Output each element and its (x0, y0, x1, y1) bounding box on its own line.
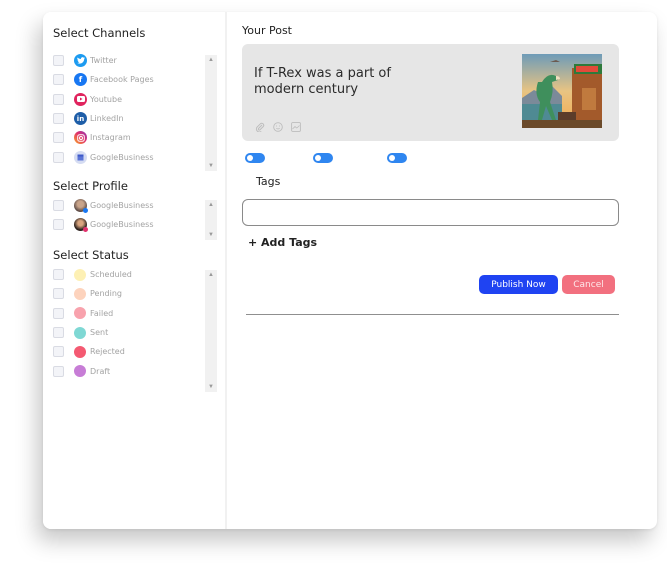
checkbox[interactable] (53, 151, 64, 163)
channel-item-instagram[interactable]: Instagram (53, 128, 154, 147)
status-list: Scheduled Pending Failed Sent Rejected D… (53, 265, 132, 381)
post-preview[interactable]: If T-Rex was a part of modern century (242, 44, 619, 141)
youtube-icon (74, 92, 87, 106)
status-label: Sent (90, 328, 109, 338)
checkbox[interactable] (53, 219, 64, 231)
channel-item-googlebusiness[interactable]: GoogleBusiness (53, 147, 154, 166)
status-color-dot (74, 307, 86, 320)
channel-item-twitter[interactable]: Twitter (53, 51, 154, 70)
linkedin-icon: in (74, 112, 87, 126)
status-item-pending[interactable]: Pending (53, 284, 132, 303)
scroll-up-arrow-icon[interactable]: ▲ (205, 270, 217, 280)
checkbox[interactable] (53, 346, 64, 358)
scroll-down-arrow-icon[interactable]: ▼ (205, 161, 217, 171)
status-item-failed[interactable]: Failed (53, 304, 132, 323)
scroll-up-arrow-icon[interactable]: ▲ (205, 200, 217, 210)
channel-label: LinkedIn (90, 114, 124, 124)
cancel-button[interactable]: Cancel (562, 275, 615, 294)
channel-item-facebook[interactable]: f Facebook Pages (53, 70, 154, 89)
profile-item[interactable]: GoogleBusiness (53, 196, 154, 215)
divider (246, 314, 619, 315)
status-label: Rejected (90, 347, 125, 357)
channel-label: Twitter (90, 56, 117, 66)
checkbox[interactable] (53, 93, 64, 105)
toggle-switch-1[interactable] (245, 153, 265, 163)
emoji-icon[interactable] (272, 121, 283, 132)
post-image[interactable] (522, 54, 602, 128)
channel-item-linkedin[interactable]: in LinkedIn (53, 109, 154, 128)
profile-list: GoogleBusiness GoogleBusiness (53, 196, 154, 235)
checkbox[interactable] (53, 74, 64, 86)
status-item-scheduled[interactable]: Scheduled (53, 265, 132, 284)
checkbox[interactable] (53, 307, 64, 319)
status-label: Scheduled (90, 270, 132, 280)
checkbox[interactable] (53, 113, 64, 125)
trex-illustration (522, 54, 602, 128)
tags-input[interactable] (242, 199, 619, 226)
channel-label: Youtube (90, 94, 122, 104)
checkbox[interactable] (53, 55, 64, 67)
profile-scrollbar[interactable]: ▲ ▼ (205, 200, 217, 240)
checkbox[interactable] (53, 200, 64, 212)
google-business-icon (74, 150, 87, 164)
checkbox[interactable] (53, 288, 64, 300)
checkbox[interactable] (53, 269, 64, 281)
status-color-dot (74, 365, 86, 378)
status-color-dot (74, 345, 86, 358)
post-toolbar (254, 121, 301, 132)
publish-now-button[interactable]: Publish Now (479, 275, 558, 294)
facebook-icon: f (74, 73, 87, 87)
profile-avatar (74, 199, 88, 214)
status-label: Failed (90, 308, 114, 318)
instagram-badge-icon (83, 227, 88, 233)
toggle-knob (389, 155, 395, 161)
channels-scrollbar[interactable]: ▲ ▼ (205, 55, 217, 171)
status-color-dot (74, 268, 86, 281)
channels-title: Select Channels (53, 26, 146, 40)
attachment-icon[interactable] (254, 121, 265, 132)
toggle-switch-2[interactable] (313, 153, 333, 163)
status-scrollbar[interactable]: ▲ ▼ (205, 270, 217, 392)
status-color-dot (74, 287, 86, 300)
channel-label: GoogleBusiness (90, 152, 154, 162)
twitter-icon (74, 54, 87, 68)
checkbox[interactable] (53, 365, 64, 377)
status-item-sent[interactable]: Sent (53, 323, 132, 342)
status-title: Select Status (53, 248, 129, 262)
status-color-dot (74, 326, 86, 339)
profile-item[interactable]: GoogleBusiness (53, 215, 154, 234)
scroll-up-arrow-icon[interactable]: ▲ (205, 55, 217, 65)
profile-label: GoogleBusiness (90, 220, 154, 230)
scroll-down-arrow-icon[interactable]: ▼ (205, 382, 217, 392)
profile-avatar (74, 218, 88, 233)
your-post-heading: Your Post (242, 24, 292, 37)
channel-label: Facebook Pages (90, 75, 154, 85)
post-editor: Your Post If T-Rex was a part of modern … (229, 12, 657, 529)
facebook-badge-icon (83, 208, 88, 214)
image-icon[interactable] (290, 121, 301, 132)
tags-label: Tags (256, 175, 281, 188)
channels-list: Twitter f Facebook Pages Youtube in Link… (53, 51, 154, 167)
profile-title: Select Profile (53, 179, 128, 193)
status-label: Pending (90, 289, 122, 299)
add-tags-link[interactable]: + Add Tags (248, 236, 317, 249)
checkbox[interactable] (53, 132, 64, 144)
toggle-switch-3[interactable] (387, 153, 407, 163)
post-text[interactable]: If T-Rex was a part of modern century (254, 66, 434, 98)
checkbox[interactable] (53, 327, 64, 339)
post-composer-card: Select Channels Twitter f Facebook Pages… (43, 12, 657, 529)
toggle-knob (315, 155, 321, 161)
status-item-draft[interactable]: Draft (53, 361, 132, 380)
profile-label: GoogleBusiness (90, 201, 154, 211)
status-label: Draft (90, 366, 111, 376)
toggle-knob (247, 155, 253, 161)
channel-label: Instagram (90, 133, 131, 143)
channel-item-youtube[interactable]: Youtube (53, 90, 154, 109)
status-item-rejected[interactable]: Rejected (53, 342, 132, 361)
scroll-down-arrow-icon[interactable]: ▼ (205, 230, 217, 240)
instagram-icon (74, 131, 87, 145)
filter-sidebar: Select Channels Twitter f Facebook Pages… (43, 12, 227, 529)
